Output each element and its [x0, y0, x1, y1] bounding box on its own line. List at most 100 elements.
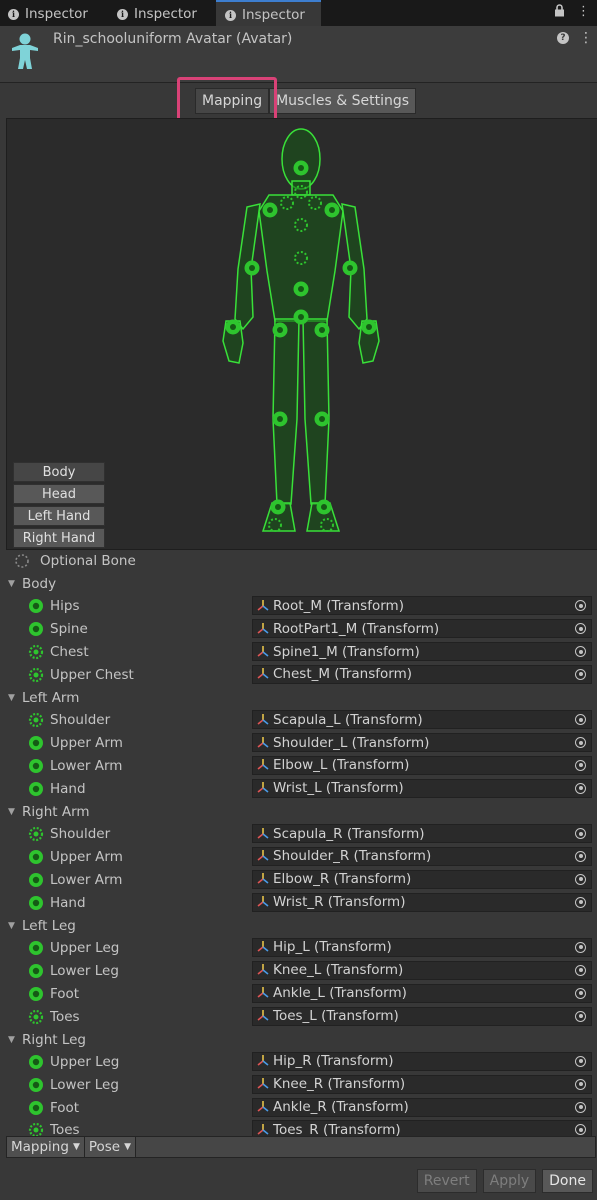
object-picker-icon[interactable]	[575, 600, 586, 612]
bone-transform-field[interactable]: Knee_L (Transform)	[252, 960, 592, 980]
kebab-icon[interactable]: ⋮	[577, 4, 590, 19]
mapping-dropdown[interactable]: Mapping ▼	[7, 1137, 85, 1157]
bone-status-icon[interactable]	[28, 758, 44, 778]
bone-transform-field[interactable]: Hip_R (Transform)	[252, 1051, 592, 1071]
body-part-body-button[interactable]: Body	[13, 462, 105, 482]
bone-transform-field[interactable]: Chest_M (Transform)	[252, 664, 592, 684]
bone-transform-field[interactable]: RootPart1_M (Transform)	[252, 619, 592, 639]
bone-transform-value: Ankle_L (Transform)	[273, 985, 407, 1002]
bone-transform-field[interactable]: Ankle_R (Transform)	[252, 1097, 592, 1117]
apply-button[interactable]: Apply	[482, 1169, 537, 1193]
bone-transform-field[interactable]: Ankle_L (Transform)	[252, 983, 592, 1003]
bone-status-icon[interactable]	[28, 895, 44, 915]
group-header[interactable]: ▼ Body	[0, 573, 597, 595]
tab-inspector-1[interactable]: i Inspector	[8, 2, 88, 26]
group-header[interactable]: ▼ Left Arm	[0, 687, 597, 709]
help-icon[interactable]: ?	[557, 32, 569, 44]
muscles-settings-tab[interactable]: Muscles & Settings	[269, 88, 417, 114]
object-picker-icon[interactable]	[575, 623, 586, 635]
window-controls: ⋮	[554, 4, 590, 19]
object-picker-icon[interactable]	[575, 828, 586, 840]
expand-caret-icon[interactable]: ▼	[8, 1035, 18, 1045]
object-picker-icon[interactable]	[575, 646, 586, 658]
object-picker-icon[interactable]	[575, 1101, 586, 1113]
bone-status-icon[interactable]	[28, 849, 44, 869]
group-header[interactable]: ▼ Left Leg	[0, 915, 597, 937]
bone-transform-field[interactable]: Elbow_L (Transform)	[252, 755, 592, 775]
bone-transform-field[interactable]: Toes_L (Transform)	[252, 1006, 592, 1026]
optional-bone-status-icon[interactable]	[28, 712, 44, 732]
kebab-icon[interactable]: ⋮	[579, 31, 593, 45]
transform-icon	[256, 622, 270, 636]
bone-transform-field[interactable]: Wrist_L (Transform)	[252, 778, 592, 798]
object-picker-icon[interactable]	[575, 850, 586, 862]
object-picker-icon[interactable]	[575, 668, 586, 680]
object-picker-icon[interactable]	[575, 759, 586, 771]
bone-transform-field[interactable]: Scapula_R (Transform)	[252, 824, 592, 844]
done-button[interactable]: Done	[542, 1169, 593, 1193]
lock-icon[interactable]	[554, 4, 565, 17]
object-picker-icon[interactable]	[575, 737, 586, 749]
bone-label: Shoulder	[50, 826, 111, 843]
bone-transform-field[interactable]: Shoulder_L (Transform)	[252, 733, 592, 753]
bone-status-icon[interactable]	[28, 735, 44, 755]
expand-caret-icon[interactable]: ▼	[8, 579, 18, 589]
bone-transform-value: Knee_L (Transform)	[273, 962, 404, 979]
group-header[interactable]: ▼ Right Leg	[0, 1028, 597, 1050]
object-picker-icon[interactable]	[575, 987, 586, 999]
object-picker-icon[interactable]	[575, 873, 586, 885]
object-picker-icon[interactable]	[575, 941, 586, 953]
bone-transform-field[interactable]: Knee_R (Transform)	[252, 1074, 592, 1094]
tab-inspector-2[interactable]: i Inspector	[117, 2, 197, 26]
object-picker-icon[interactable]	[575, 782, 586, 794]
body-part-head-button[interactable]: Head	[13, 484, 105, 504]
bone-status-icon[interactable]	[28, 598, 44, 618]
bone-transform-field[interactable]: Root_M (Transform)	[252, 596, 592, 616]
transform-icon	[256, 713, 270, 727]
bone-status-icon[interactable]	[28, 872, 44, 892]
body-part-right-hand-button[interactable]: Right Hand	[13, 528, 105, 548]
bone-row: Upper Leg Hip_R (Transform)	[0, 1051, 597, 1074]
optional-bone-status-icon[interactable]	[28, 1009, 44, 1029]
optional-bone-status-icon[interactable]	[28, 826, 44, 846]
expand-caret-icon[interactable]: ▼	[8, 693, 18, 703]
optional-bone-status-icon[interactable]	[28, 667, 44, 687]
bone-label: Upper Arm	[50, 848, 123, 865]
bone-transform-value: Root_M (Transform)	[273, 597, 404, 614]
bone-status-icon[interactable]	[28, 781, 44, 801]
optional-bone-legend: Optional Bone	[14, 553, 136, 569]
bone-row: Shoulder Scapula_R (Transform)	[0, 823, 597, 846]
bone-transform-field[interactable]: Wrist_R (Transform)	[252, 892, 592, 912]
bone-transform-field[interactable]: Scapula_L (Transform)	[252, 710, 592, 730]
optional-bone-status-icon[interactable]	[28, 644, 44, 664]
bone-transform-value: RootPart1_M (Transform)	[273, 620, 440, 637]
object-picker-icon[interactable]	[575, 1010, 586, 1022]
bone-transform-field[interactable]: Spine1_M (Transform)	[252, 642, 592, 662]
pose-dropdown[interactable]: Pose ▼	[84, 1137, 137, 1157]
bone-status-icon[interactable]	[28, 963, 44, 983]
object-picker-icon[interactable]	[575, 714, 586, 726]
bone-status-icon[interactable]	[28, 621, 44, 641]
body-part-left-hand-button[interactable]: Left Hand	[13, 506, 105, 526]
bone-transform-field[interactable]: Hip_L (Transform)	[252, 937, 592, 957]
expand-caret-icon[interactable]: ▼	[8, 807, 18, 817]
expand-caret-icon[interactable]: ▼	[8, 921, 18, 931]
tab-inspector-3[interactable]: i Inspector	[216, 0, 321, 28]
object-picker-icon[interactable]	[575, 1055, 586, 1067]
object-picker-icon[interactable]	[575, 964, 586, 976]
object-picker-icon[interactable]	[575, 896, 586, 908]
bone-transform-field[interactable]: Elbow_R (Transform)	[252, 869, 592, 889]
bone-status-icon[interactable]	[28, 940, 44, 960]
revert-button[interactable]: Revert	[416, 1169, 477, 1193]
bone-status-icon[interactable]	[28, 1100, 44, 1120]
object-picker-icon[interactable]	[575, 1124, 586, 1136]
bone-status-icon[interactable]	[28, 986, 44, 1006]
transform-icon	[256, 599, 270, 613]
bone-transform-field[interactable]: Shoulder_R (Transform)	[252, 846, 592, 866]
object-picker-icon[interactable]	[575, 1078, 586, 1090]
bone-status-icon[interactable]	[28, 1054, 44, 1074]
transform-icon	[256, 667, 270, 681]
bone-status-icon[interactable]	[28, 1077, 44, 1097]
dropdown-arrow-icon: ▼	[72, 1142, 80, 1152]
group-header[interactable]: ▼ Right Arm	[0, 801, 597, 823]
